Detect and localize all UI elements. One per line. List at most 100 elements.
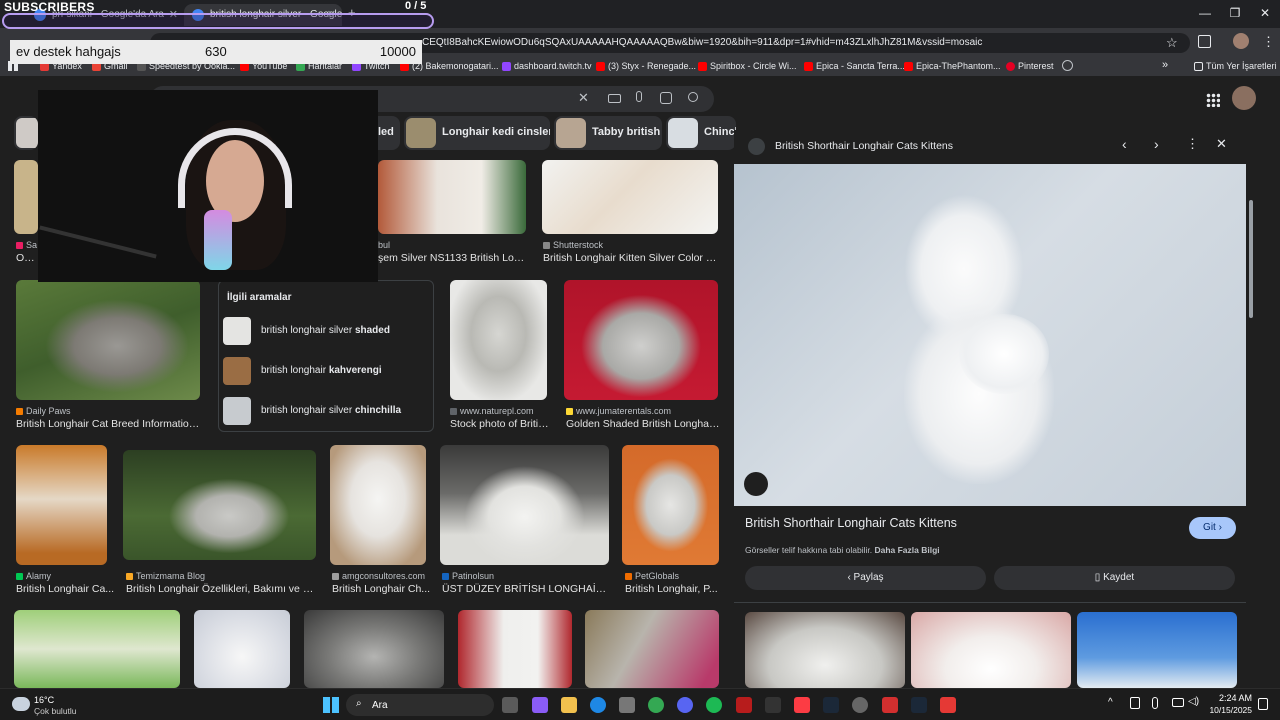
result-title[interactable]: Golden Shaded British Longhair ... [566,418,720,430]
chip-filter[interactable] [14,116,38,150]
chip-longhair-breeds[interactable]: Longhair kedi cinsleri [404,116,550,150]
panel-title[interactable]: British Shorthair Longhair Cats Kittens [745,516,957,530]
app-icon[interactable] [940,697,956,713]
bookmark-item[interactable]: Pinterest [1006,61,1054,71]
result-image[interactable] [440,445,609,565]
related-item[interactable]: british longhair silver chinchilla [223,393,431,429]
account-avatar[interactable] [1232,86,1256,110]
steam-icon[interactable] [911,697,927,713]
network-icon[interactable] [1172,698,1184,707]
app-icon[interactable] [765,697,781,713]
clock-time[interactable]: 2:24 AM [1218,693,1252,703]
result-image[interactable] [16,445,107,565]
tray-expand-icon[interactable]: ^ [1108,697,1113,708]
result-title[interactable]: British Longhair Özellikleri, Bakımı ve … [126,583,316,595]
result-title[interactable]: ÜST DÜZEY BRİTİSH LONGHAİR ... [442,583,610,595]
volume-icon[interactable]: ◁) [1188,696,1199,707]
similar-image[interactable] [745,612,905,688]
clock-date[interactable]: 10/15/2025 [1206,705,1252,715]
minimize-icon[interactable]: — [1190,6,1220,20]
clear-search-icon[interactable]: ✕ [578,90,589,106]
previous-image-icon[interactable]: ‹ [1122,136,1127,152]
task-view-icon[interactable] [502,697,518,713]
weather-cloud-icon[interactable] [12,697,30,711]
file-explorer-icon[interactable] [561,697,577,713]
bookmark-item[interactable]: dashboard.twitch.tv [502,61,592,71]
result-title[interactable]: OYUI [16,252,38,264]
extensions-icon[interactable] [1198,35,1211,48]
windows-start-icon[interactable] [323,697,339,713]
shield-icon[interactable] [736,697,752,713]
globe-icon[interactable] [1062,60,1073,71]
all-bookmarks[interactable]: Tüm Yer İşaretleri [1194,61,1277,71]
result-title[interactable]: British Longhair Ch... [332,583,432,595]
share-button[interactable]: ‹ Paylaş [745,566,986,590]
app-icon[interactable] [619,697,635,713]
discord-icon[interactable] [677,697,693,713]
obs-icon[interactable] [852,697,868,713]
result-title[interactable]: British Longhair Cat Breed Information &… [16,418,200,430]
result-image[interactable] [14,160,38,234]
next-image-icon[interactable]: › [1154,136,1159,152]
tray-mic-icon[interactable] [1152,697,1158,709]
result-image[interactable] [585,610,719,688]
result-image[interactable] [194,610,290,688]
copilot-icon[interactable] [532,697,548,713]
visit-button[interactable]: Git › [1189,517,1236,539]
bookmark-item[interactable]: (3) Styx - Renegade... [596,61,696,71]
weather-temp[interactable]: 16°C [34,695,54,705]
chip-chinchilla[interactable]: Chinch [666,116,736,150]
bookmark-item[interactable]: Epica - Sancta Terra... [804,61,905,71]
result-image[interactable] [564,280,718,400]
more-info-link[interactable]: Daha Fazla Bilgi [874,545,939,555]
result-image[interactable] [330,445,426,565]
google-apps-icon[interactable] [1206,93,1220,107]
lens-search-icon[interactable] [744,472,768,496]
menu-kebab-icon[interactable]: ⋮ [1262,34,1275,50]
weather-desc[interactable]: Çok bulutlu [34,706,77,716]
result-title[interactable]: British Longhair, P... [625,583,721,595]
save-button[interactable]: ▯ Kaydet [994,566,1235,590]
result-image[interactable] [378,160,526,234]
related-item[interactable]: british longhair kahverengi [223,353,431,389]
bookmark-item[interactable]: Epica-ThePhantom... [904,61,1001,71]
maximize-icon[interactable]: ❐ [1220,6,1250,20]
result-image[interactable] [16,280,200,400]
microphone-icon[interactable] [636,91,642,102]
panel-site-name[interactable]: British Shorthair Longhair Cats Kittens [775,140,953,152]
bookmark-item[interactable]: Spiritbox - Circle Wi... [698,61,797,71]
similar-image[interactable] [911,612,1071,688]
result-image[interactable] [622,445,719,565]
more-options-icon[interactable]: ⋮ [1186,136,1199,152]
result-image[interactable] [123,450,316,560]
related-item[interactable]: british longhair silver shaded [223,313,431,349]
result-image[interactable] [14,610,180,688]
result-title[interactable]: British Longhair Ca... [16,583,116,595]
similar-image[interactable] [1077,612,1237,688]
result-image[interactable] [458,610,572,688]
bookmark-star-icon[interactable]: ☆ [1166,35,1178,51]
tray-app-icon[interactable] [1130,697,1140,709]
steam-icon[interactable] [823,697,839,713]
result-title[interactable]: Stock photo of Britis... [450,418,550,430]
result-image[interactable] [450,280,547,400]
result-title[interactable]: British Longhair Kitten Silver Color On.… [543,252,719,264]
close-panel-icon[interactable]: ✕ [1216,136,1227,152]
taskbar-search[interactable]: ⌕ Ara [346,694,494,716]
close-window-icon[interactable]: ✕ [1250,6,1280,20]
result-image[interactable] [304,610,444,688]
notification-icon[interactable] [1258,698,1268,710]
scrollbar-thumb[interactable] [1249,200,1253,318]
spotify-icon[interactable] [706,697,722,713]
scrollbar[interactable] [1248,130,1254,688]
preview-image[interactable] [734,164,1246,506]
search-icon[interactable] [688,92,698,102]
more-bookmarks-icon[interactable]: » [1162,59,1168,71]
profile-avatar[interactable] [1233,33,1249,49]
lens-icon[interactable] [660,92,672,104]
music-icon[interactable] [794,697,810,713]
result-image[interactable] [542,160,718,234]
chrome-icon[interactable] [648,697,664,713]
app-icon[interactable] [882,697,898,713]
edge-icon[interactable] [590,697,606,713]
